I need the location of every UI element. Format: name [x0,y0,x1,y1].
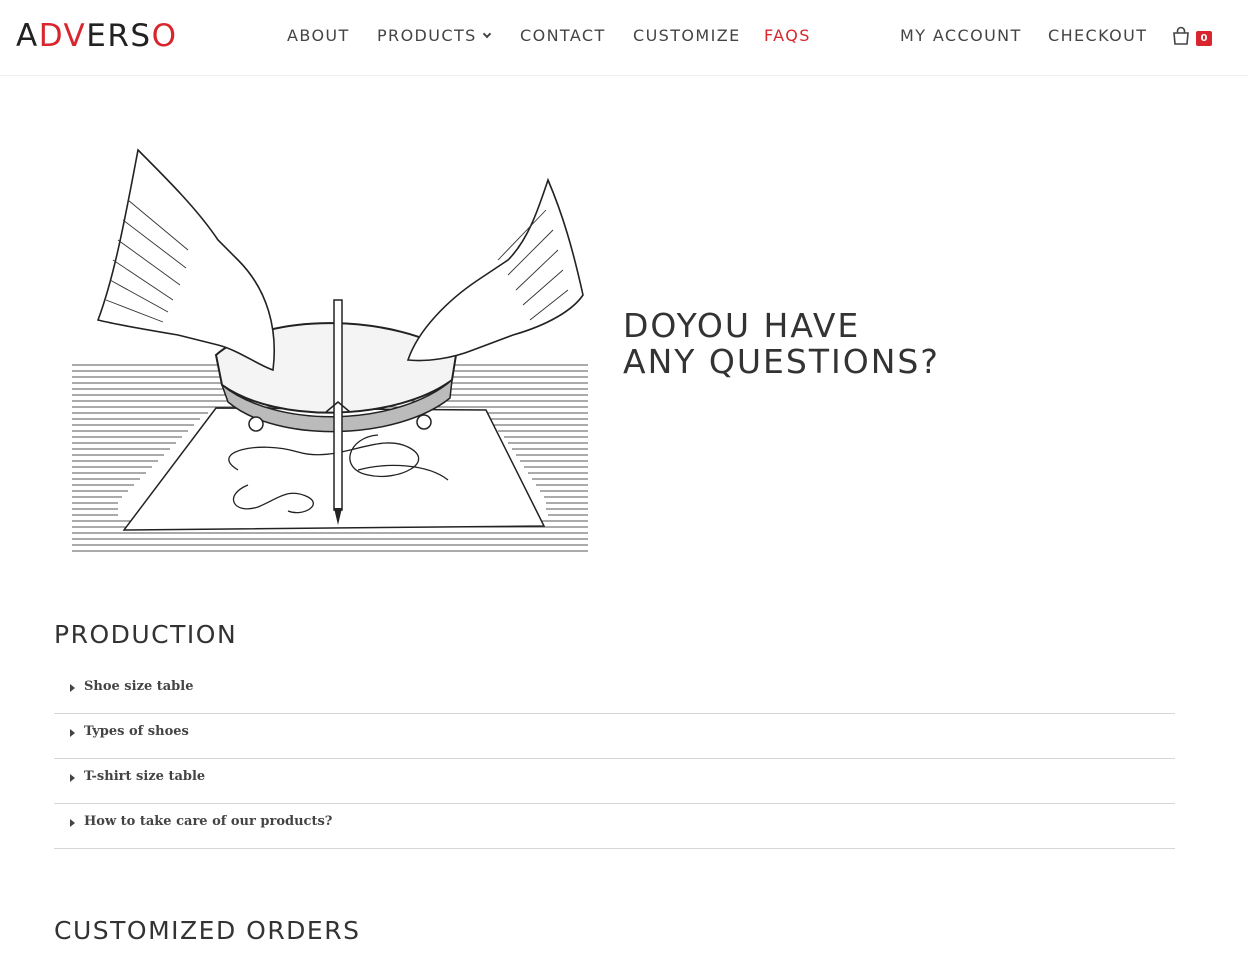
accordion-item-product-care[interactable]: How to take care of our products? [54,804,1175,849]
caret-right-icon [70,819,75,827]
caret-right-icon [70,774,75,782]
cart-button[interactable]: 0 [1172,26,1216,48]
logo[interactable]: ADVERSO [16,17,177,55]
logo-part-1: A [16,18,39,54]
nav-checkout[interactable]: CHECKOUT [1048,26,1147,46]
nav-products-label: PRODUCTS [377,26,477,45]
nav-about[interactable]: ABOUT [287,26,350,46]
hero-title: DOYOU HAVE ANY QUESTIONS? [623,308,940,380]
accordion-item-label: T-shirt size table [84,769,206,784]
nav-customize[interactable]: CUSTOMIZE [633,26,741,46]
nav-products[interactable]: PRODUCTS [377,26,491,46]
logo-part-2: DV [38,18,87,54]
shopping-bag-icon [1173,26,1189,45]
accordion-item-label: Shoe size table [84,679,194,694]
section-title-production: PRODUCTION [54,620,238,649]
chevron-down-icon [482,29,491,39]
accordion-item-shoe-size[interactable]: Shoe size table [54,669,1175,714]
hero-title-line-2: ANY QUESTIONS? [623,342,940,381]
caret-right-icon [70,684,75,692]
caret-right-icon [70,729,75,737]
hero-title-line-1: DOYOU HAVE [623,306,861,345]
nav-my-account[interactable]: MY ACCOUNT [900,26,1022,46]
logo-part-4: O [151,18,178,54]
site-header: ADVERSO ABOUT PRODUCTS CONTACT CUSTOMIZE… [0,0,1248,76]
planchette-illustration [72,148,588,552]
logo-part-3: ERS [86,18,152,54]
accordion-item-shoe-types[interactable]: Types of shoes [54,714,1175,759]
accordion-item-label: Types of shoes [84,724,189,739]
nav-contact[interactable]: CONTACT [520,26,606,46]
accordion-item-tshirt-size[interactable]: T-shirt size table [54,759,1175,804]
section-title-customized-orders: CUSTOMIZED ORDERS [54,916,361,945]
production-accordion: Shoe size table Types of shoes T-shirt s… [54,669,1175,849]
accordion-item-label: How to take care of our products? [84,814,333,829]
cart-count-badge: 0 [1196,31,1212,46]
nav-faqs[interactable]: FAQS [764,26,811,46]
